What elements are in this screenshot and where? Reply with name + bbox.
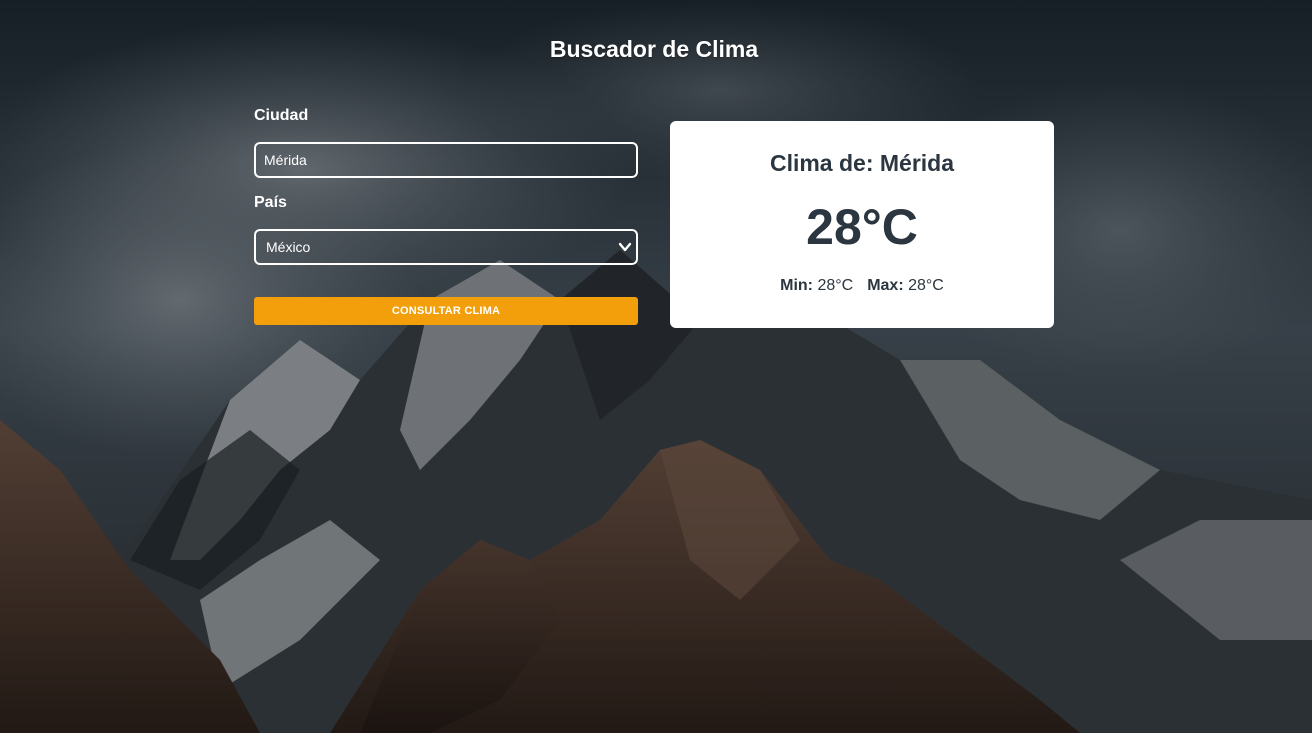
weather-result-card: Clima de: Mérida 28°C Min: 28°C Max: 28°C <box>670 121 1054 328</box>
min-max-temperatures: Min: 28°C Max: 28°C <box>670 276 1054 296</box>
country-label: País <box>254 194 287 211</box>
min-temp-value: 28°C <box>817 277 854 294</box>
weather-form: Ciudad País México Consultar Clima <box>254 106 638 325</box>
consult-weather-button[interactable]: Consultar Clima <box>254 297 638 325</box>
city-input[interactable] <box>254 142 638 178</box>
country-select-wrapper: México <box>254 229 638 265</box>
current-temperature: 28°C <box>806 199 918 255</box>
max-temp-label: Max: <box>867 277 904 294</box>
weather-title-prefix: Clima de: <box>769 150 880 176</box>
page-title: Buscador de Clima <box>549 36 759 62</box>
city-label: Ciudad <box>254 107 309 124</box>
min-temp-label: Min: <box>780 277 813 294</box>
mountain-background-image <box>0 0 1312 733</box>
weather-city-name: Mérida <box>879 150 955 176</box>
country-select[interactable]: México <box>254 229 638 265</box>
max-temp-value: 28°C <box>908 277 944 294</box>
weather-card-title: Clima de: Mérida <box>670 121 1054 176</box>
